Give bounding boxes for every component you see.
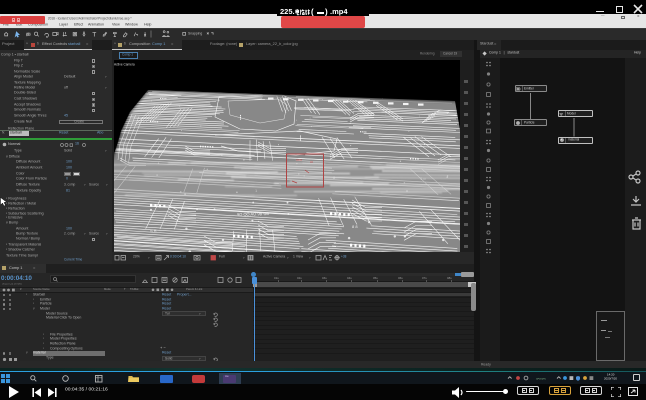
svg-text:8 8: 8 8 (352, 224, 358, 229)
svg-text:S R: S R (150, 228, 157, 233)
